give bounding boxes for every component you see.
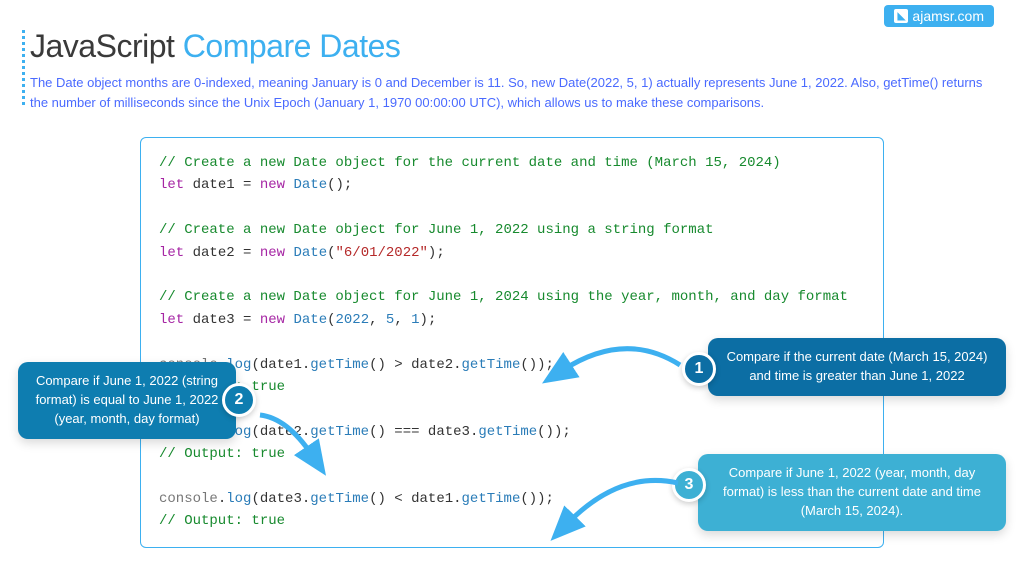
title-part-2: Compare Dates — [183, 28, 401, 64]
code-keyword: new — [260, 312, 285, 328]
code-comment: // Output: true — [159, 446, 285, 462]
code-comment: // Output: true — [159, 513, 285, 529]
callout-badge-3-num: 3 — [685, 476, 694, 494]
code-method: getTime — [310, 357, 369, 373]
code-num: 5 — [386, 312, 394, 328]
code-op: < — [394, 491, 402, 507]
callout-3: Compare if June 1, 2022 (year, month, da… — [698, 454, 1006, 531]
code-num: 2022 — [336, 312, 370, 328]
code-var: date2 — [411, 357, 453, 373]
callout-badge-1: 1 — [682, 352, 716, 386]
header: JavaScript Compare Dates The Date object… — [0, 0, 1024, 122]
page-title: JavaScript Compare Dates — [30, 28, 994, 65]
code-var: date2 — [260, 424, 302, 440]
code-comment: // Create a new Date object for the curr… — [159, 155, 781, 171]
code-class: Date — [293, 245, 327, 261]
code-method: log — [226, 491, 251, 507]
code-method: getTime — [310, 424, 369, 440]
code-var: date1 — [411, 491, 453, 507]
code-keyword: let — [159, 312, 184, 328]
code-comment: // Create a new Date object for June 1, … — [159, 222, 714, 238]
code-op: > — [394, 357, 402, 373]
callout-2: Compare if June 1, 2022 (string format) … — [18, 362, 236, 439]
header-border-decoration — [22, 30, 25, 105]
title-part-1: JavaScript — [30, 28, 183, 64]
code-method: getTime — [478, 424, 537, 440]
code-var: date3 — [193, 312, 235, 328]
code-keyword: new — [260, 245, 285, 261]
code-class: Date — [293, 177, 327, 193]
callout-badge-1-num: 1 — [695, 360, 704, 378]
code-method: getTime — [462, 357, 521, 373]
code-string: "6/01/2022" — [336, 245, 428, 261]
code-num: 1 — [411, 312, 419, 328]
code-console: console — [159, 491, 218, 507]
code-var: date1 — [193, 177, 235, 193]
code-var: date2 — [193, 245, 235, 261]
callout-badge-3: 3 — [672, 468, 706, 502]
code-op: === — [394, 424, 419, 440]
code-var: date3 — [260, 491, 302, 507]
page-subtitle: The Date object months are 0-indexed, me… — [30, 73, 990, 112]
callout-1: Compare if the current date (March 15, 2… — [708, 338, 1006, 396]
code-keyword: let — [159, 177, 184, 193]
code-comment: // Create a new Date object for June 1, … — [159, 289, 848, 305]
code-var: date1 — [260, 357, 302, 373]
code-method: getTime — [462, 491, 521, 507]
code-keyword: let — [159, 245, 184, 261]
callout-3-text: Compare if June 1, 2022 (year, month, da… — [723, 465, 981, 518]
callout-2-text: Compare if June 1, 2022 (string format) … — [36, 373, 219, 426]
callout-badge-2-num: 2 — [235, 391, 244, 409]
code-keyword: new — [260, 177, 285, 193]
callout-1-text: Compare if the current date (March 15, 2… — [727, 349, 988, 383]
callout-badge-2: 2 — [222, 383, 256, 417]
code-class: Date — [293, 312, 327, 328]
code-method: getTime — [310, 491, 369, 507]
code-var: date3 — [428, 424, 470, 440]
